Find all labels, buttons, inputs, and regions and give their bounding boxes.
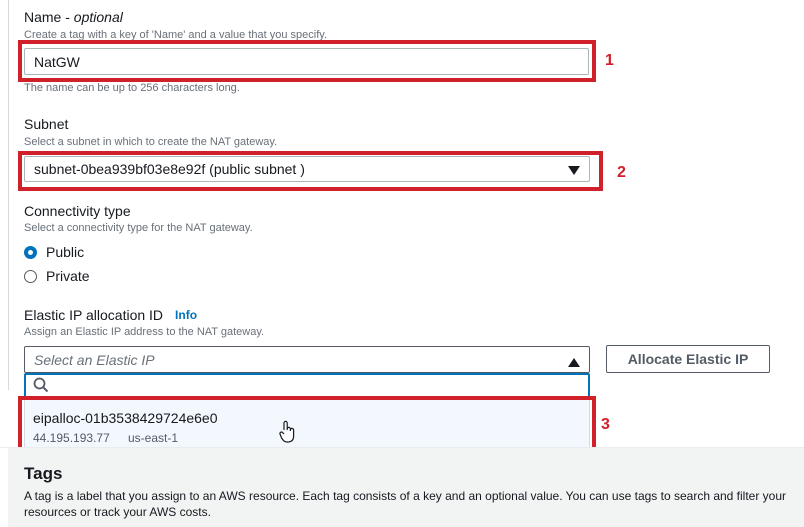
elastic-ip-placeholder: Select an Elastic IP <box>34 351 155 368</box>
annotation-box-1 <box>18 40 596 82</box>
search-icon <box>33 377 49 396</box>
name-label-text: Name - <box>24 9 74 25</box>
radio-public-label: Public <box>46 244 85 260</box>
annotation-number-3: 3 <box>601 416 610 433</box>
elastic-ip-description: Assign an Elastic IP address to the NAT … <box>24 326 265 338</box>
allocate-elastic-ip-button[interactable]: Allocate Elastic IP <box>606 345 770 373</box>
radio-selected-icon[interactable] <box>24 245 37 259</box>
radio-private[interactable]: Private <box>24 268 90 284</box>
elastic-ip-select[interactable]: Select an Elastic IP <box>24 346 590 373</box>
info-link[interactable]: Info <box>175 308 197 322</box>
connectivity-description: Select a connectivity type for the NAT g… <box>24 222 253 234</box>
radio-private-label: Private <box>46 268 90 284</box>
annotation-box-2 <box>18 151 603 191</box>
radio-public[interactable]: Public <box>24 244 84 260</box>
radio-unselected-icon[interactable] <box>24 269 37 283</box>
name-label: Name - optional <box>24 9 123 25</box>
annotation-number-1: 1 <box>605 52 614 69</box>
tags-title: Tags <box>24 464 63 483</box>
tags-description: A tag is a label that you assign to an A… <box>24 489 787 519</box>
elastic-ip-label-text: Elastic IP allocation ID <box>24 307 164 323</box>
subnet-label: Subnet <box>24 116 69 132</box>
subnet-description: Select a subnet in which to create the N… <box>24 136 278 148</box>
elastic-ip-label: Elastic IP allocation ID Info <box>24 307 197 323</box>
annotation-number-2: 2 <box>617 164 626 181</box>
caret-up-icon <box>568 355 580 371</box>
tags-section: Tags A tag is a label that you assign to… <box>8 448 804 527</box>
optional-tag: optional <box>73 9 123 25</box>
connectivity-label: Connectivity type <box>24 203 131 219</box>
name-hint: The name can be up to 256 characters lon… <box>24 82 240 94</box>
